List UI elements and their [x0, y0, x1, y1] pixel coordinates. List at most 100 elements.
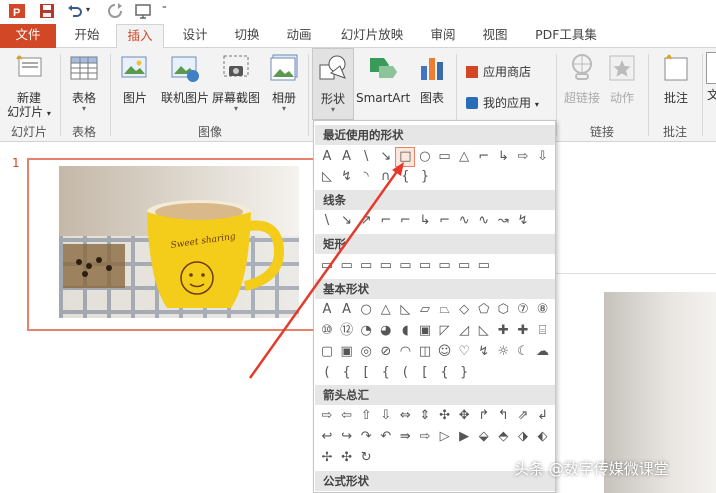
table-button[interactable]: 表格 ▾ — [64, 52, 104, 113]
shape-option[interactable]: ⊘ — [377, 343, 395, 361]
shape-option[interactable]: ↝ — [494, 212, 512, 230]
shape-option[interactable]: { — [377, 364, 395, 382]
shape-option[interactable]: ◠ — [396, 343, 414, 361]
shape-option[interactable]: ✢ — [318, 449, 336, 467]
shape-option[interactable]: ○ — [416, 148, 434, 166]
shape-option[interactable]: ↘ — [377, 148, 395, 166]
shape-option[interactable]: ○ — [357, 301, 375, 319]
shape-option[interactable]: ▭ — [338, 257, 356, 275]
shape-option[interactable]: ◫ — [416, 343, 434, 361]
app-store-button[interactable]: 应用商店 — [466, 63, 531, 80]
shape-option[interactable]: ⌐ — [436, 212, 454, 230]
save-icon[interactable] — [38, 2, 56, 20]
picture-button[interactable]: 图片 — [116, 52, 154, 105]
shape-option[interactable]: ⬠ — [475, 301, 493, 319]
shape-option[interactable]: ⬙ — [475, 428, 493, 446]
shape-option[interactable]: ( — [318, 364, 336, 382]
shape-option[interactable]: ↳ — [416, 212, 434, 230]
shape-option[interactable]: ↗ — [357, 212, 375, 230]
shape-option[interactable]: ↻ — [357, 449, 375, 467]
shape-option[interactable]: □ — [395, 147, 416, 167]
screenshot-button[interactable]: 屏幕截图 ▾ — [210, 52, 262, 113]
shape-option[interactable]: ☾ — [514, 343, 532, 361]
shape-option[interactable]: ◺ — [475, 322, 493, 340]
shape-option[interactable]: ∩ — [377, 168, 395, 186]
shapes-button[interactable]: 形状 ▾ — [312, 48, 354, 120]
shape-option[interactable]: ↳ — [494, 148, 512, 166]
shape-option[interactable]: ( — [396, 364, 414, 382]
tab-insert[interactable]: 插入 — [116, 24, 164, 49]
shape-option[interactable]: ☼ — [494, 343, 512, 361]
shape-option[interactable]: △ — [377, 301, 395, 319]
shape-option[interactable]: ▭ — [318, 257, 336, 275]
tab-transitions[interactable]: 切换 — [224, 24, 270, 48]
shape-option[interactable]: ⑩ — [318, 322, 336, 340]
tab-home[interactable]: 开始 — [64, 24, 110, 48]
shape-option[interactable]: ⇛ — [396, 428, 414, 446]
shape-option[interactable]: ⬘ — [494, 428, 512, 446]
action-button[interactable]: 动作 — [604, 52, 640, 105]
shape-option[interactable]: ▣ — [338, 343, 356, 361]
shape-option[interactable]: ◝ — [357, 168, 375, 186]
new-slide-button[interactable]: 新建 幻灯片 ▾ — [6, 52, 52, 121]
shape-option[interactable]: ▣ — [416, 322, 434, 340]
shape-option[interactable]: { — [436, 364, 454, 382]
shape-option[interactable]: ⬖ — [534, 428, 552, 446]
shape-option[interactable]: ↘ — [338, 212, 356, 230]
shape-option[interactable]: } — [416, 168, 434, 186]
shape-option[interactable]: ⑧ — [534, 301, 552, 319]
shape-option[interactable]: ✣ — [436, 407, 454, 425]
shapes-gallery-dropdown[interactable]: 最近使用的形状 A A \ ↘ □ ○ ▭ △ ⌐ ↳ ⇨ ⇩ ◺ ↯ ◝ ∩{} 线条 \ ↘ ↗ ⌐ ⌐ ↳ ⌐ ∿ ∿… — [313, 120, 556, 493]
shape-option[interactable]: ✚ — [494, 322, 512, 340]
shape-option[interactable]: ∿ — [475, 212, 493, 230]
shape-option[interactable]: ↯ — [475, 343, 493, 361]
undo-dropdown-icon[interactable]: ▾ — [86, 5, 90, 14]
shape-option[interactable]: A — [318, 301, 336, 319]
shape-option[interactable]: A — [318, 148, 336, 166]
shape-option[interactable]: ✣ — [338, 449, 356, 467]
shape-option[interactable]: ✚ — [514, 322, 532, 340]
undo-icon[interactable] — [66, 2, 84, 20]
shape-option[interactable]: ☁ — [534, 343, 552, 361]
shape-option[interactable]: ⬡ — [494, 301, 512, 319]
slide-thumbnail[interactable]: Sweet sharing — [27, 158, 315, 331]
shape-option[interactable]: ◿ — [455, 322, 473, 340]
shape-option[interactable]: ◕ — [377, 322, 395, 340]
shape-option[interactable]: ⇗ — [514, 407, 532, 425]
shape-option[interactable]: ↯ — [338, 168, 356, 186]
shape-option[interactable]: ⇦ — [338, 407, 356, 425]
shape-option[interactable]: ◎ — [357, 343, 375, 361]
shape-option[interactable]: \ — [318, 212, 336, 230]
album-button[interactable]: 相册 ▾ — [264, 52, 304, 113]
tab-review[interactable]: 审阅 — [420, 24, 466, 48]
shape-option[interactable]: ▱ — [416, 301, 434, 319]
shape-option[interactable]: ☺ — [436, 343, 454, 361]
shape-option[interactable]: ↲ — [534, 407, 552, 425]
shape-option[interactable]: ◖ — [396, 322, 414, 340]
shape-option[interactable]: ▭ — [475, 257, 493, 275]
shape-option[interactable]: ↯ — [514, 212, 532, 230]
present-from-beginning-icon[interactable] — [134, 2, 152, 20]
shape-option[interactable]: ▭ — [416, 257, 434, 275]
tab-animations[interactable]: 动画 — [276, 24, 322, 48]
shape-option[interactable]: ✥ — [455, 407, 473, 425]
shape-option[interactable]: { — [396, 168, 414, 186]
hyperlink-button[interactable]: 超链接 — [562, 52, 602, 105]
shape-option[interactable]: ▭ — [396, 257, 414, 275]
shape-option[interactable]: ◇ — [455, 301, 473, 319]
shape-option[interactable]: ⇨ — [416, 428, 434, 446]
shape-option[interactable]: ⌐ — [377, 212, 395, 230]
shape-option[interactable]: ▭ — [377, 257, 395, 275]
shape-option[interactable]: } — [455, 364, 473, 382]
shape-option[interactable]: ⑦ — [514, 301, 532, 319]
tab-design[interactable]: 设计 — [172, 24, 218, 48]
shape-option[interactable]: △ — [455, 148, 473, 166]
shape-option[interactable]: A — [338, 301, 356, 319]
shape-option[interactable]: ⌐ — [396, 212, 414, 230]
shape-option[interactable]: ⇨ — [514, 148, 532, 166]
redo-icon[interactable] — [106, 2, 124, 20]
shape-option[interactable]: ⇧ — [357, 407, 375, 425]
shape-option[interactable]: ∿ — [455, 212, 473, 230]
shape-option[interactable]: { — [338, 364, 356, 382]
customize-qat-icon[interactable]: ⁼ — [162, 5, 167, 15]
